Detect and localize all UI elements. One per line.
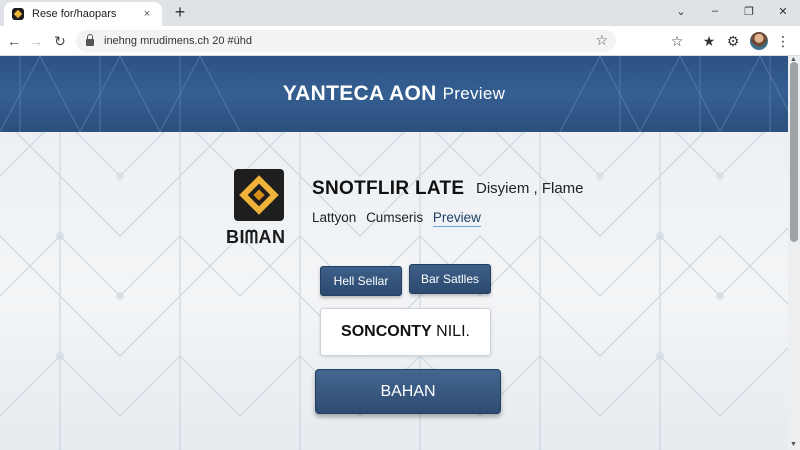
back-arrow-icon[interactable]: ← xyxy=(4,31,24,51)
minimize-button[interactable]: – xyxy=(698,0,732,22)
preview-link[interactable]: Preview xyxy=(432,210,481,227)
browser-tab[interactable]: Rese for/haopars × xyxy=(4,2,162,26)
scrollbar-thumb[interactable] xyxy=(790,62,798,242)
bookmark-star-icon[interactable]: ☆ xyxy=(595,32,608,49)
name-box-bold: SONCONTY xyxy=(341,323,432,340)
menu-kebab-icon[interactable]: ⋮ xyxy=(774,31,792,51)
new-tab-button[interactable]: + xyxy=(170,2,190,22)
extensions-gear-icon[interactable]: ⚙ xyxy=(724,31,742,51)
bookmark-outline-icon[interactable]: ☆ xyxy=(668,31,686,51)
page-scrollbar[interactable]: ▲ ▼ xyxy=(788,56,800,450)
scroll-down-arrow-icon[interactable]: ▼ xyxy=(790,441,797,448)
hell-sellar-button[interactable]: Hell Sellar xyxy=(320,266,402,296)
header-banner: YANTECA AON Preview xyxy=(0,56,788,132)
url-text: inehng mrudimens.ch 20 #ühd xyxy=(104,35,252,47)
banner-title-preview: Preview xyxy=(442,84,506,103)
lock-icon xyxy=(86,34,94,46)
meta-item-2: Cumseris xyxy=(366,210,424,225)
meta-line: Lattyon Cumseris Preview xyxy=(312,210,487,227)
bookmarks-star-icon[interactable]: ★ xyxy=(700,31,718,51)
bar-satlles-button[interactable]: Bar Satlles xyxy=(409,264,491,294)
close-window-button[interactable]: ✕ xyxy=(766,0,800,22)
site-favicon-icon xyxy=(12,8,24,20)
profile-avatar[interactable] xyxy=(750,32,768,50)
forward-arrow-icon[interactable]: → xyxy=(26,31,46,51)
browser-toolbar: ← → ↻ inehng mrudimens.ch 20 #ühd ☆ ☆ ★ … xyxy=(0,26,800,56)
maximize-button[interactable]: ❐ xyxy=(732,0,766,22)
bahan-button[interactable]: BAHAN xyxy=(315,369,501,414)
reload-icon[interactable]: ↻ xyxy=(50,31,70,51)
tab-close-icon[interactable]: × xyxy=(140,8,154,20)
name-display-box[interactable]: SONCONTY NILI. xyxy=(320,308,491,356)
tab-strip: Rese for/haopars × + ⌄ – ❐ ✕ xyxy=(0,0,800,26)
banner-title: YANTECA AON Preview xyxy=(0,56,788,132)
brand-logo-icon xyxy=(234,169,284,221)
name-box-rest: NILI. xyxy=(431,323,470,340)
tab-list-chevron-icon[interactable]: ⌄ xyxy=(664,0,698,22)
meta-item-1: Lattyon xyxy=(312,210,357,225)
address-bar[interactable]: inehng mrudimens.ch 20 #ühd ☆ xyxy=(76,30,616,52)
window-controls: ⌄ – ❐ ✕ xyxy=(664,0,800,22)
web-page: YANTECA AON Preview BIᗰAN SNOTFLIR LATE … xyxy=(0,56,788,450)
tab-title: Rese for/haopars xyxy=(32,8,117,20)
brand-logo-text: BIᗰAN xyxy=(226,227,286,247)
product-title: SNOTFLIR LATE xyxy=(312,178,465,199)
banner-title-main: YANTECA AON xyxy=(282,82,437,105)
product-subtitle: Disyiem , Flame xyxy=(476,180,584,197)
